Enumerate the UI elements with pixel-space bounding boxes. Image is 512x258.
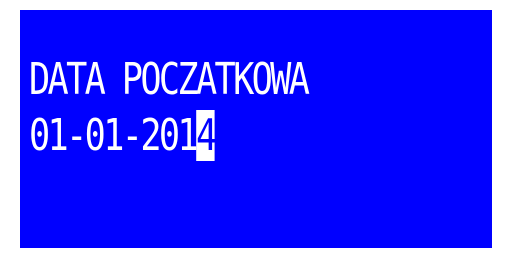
date-input-field[interactable]: 01-01-2014 <box>29 110 217 161</box>
lcd-display: DATA POCZATKOWA 01-01-2014 <box>20 10 492 248</box>
text-cursor: 4 <box>195 110 217 161</box>
date-value: 01-01-201 <box>29 110 199 161</box>
field-label: DATA POCZATKOWA <box>29 54 310 105</box>
